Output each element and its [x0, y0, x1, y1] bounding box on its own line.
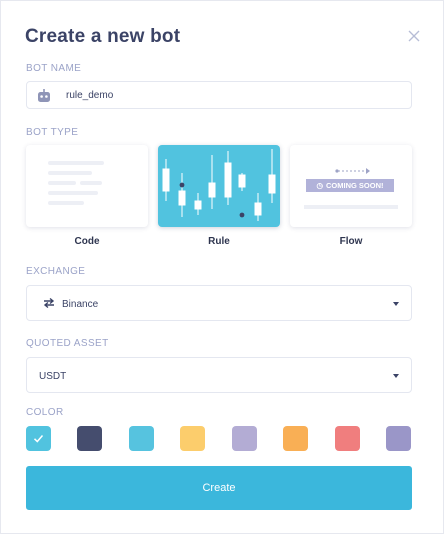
- bot-type-code-label: Code: [74, 236, 100, 247]
- code-line: [48, 191, 98, 195]
- color-label: COLOR: [26, 407, 64, 418]
- bot-name-label: BOT NAME: [26, 63, 82, 74]
- bot-name-value: rule_demo: [66, 90, 114, 101]
- color-swatch[interactable]: [77, 426, 102, 451]
- code-line: [48, 171, 92, 175]
- clock-icon: ◷: [316, 181, 324, 190]
- close-icon[interactable]: [405, 27, 423, 45]
- chevron-down-icon: [393, 302, 399, 306]
- bot-type-flow-label: Flow: [339, 236, 363, 247]
- swap-icon: [43, 297, 55, 309]
- color-swatch[interactable]: [232, 426, 257, 451]
- quoted-asset-select[interactable]: USDT: [26, 357, 412, 393]
- dialog-title: Create a new bot: [25, 26, 181, 47]
- chevron-down-icon: [393, 374, 399, 378]
- bot-type-rule-card[interactable]: [158, 145, 280, 227]
- color-swatch[interactable]: [26, 426, 51, 451]
- coming-soon-text: COMING SOON!: [326, 181, 384, 190]
- create-button[interactable]: Create: [26, 466, 412, 510]
- code-line: [80, 181, 102, 185]
- bot-type-code-card[interactable]: [26, 145, 148, 227]
- bot-type-flow-card[interactable]: ◷ COMING SOON!: [290, 145, 412, 227]
- coming-soon-badge: ◷ COMING SOON!: [306, 179, 394, 192]
- code-line: [48, 181, 76, 185]
- bot-type-selector: Code Rule ◷ COMING SOON! Flow: [26, 145, 412, 247]
- color-swatch[interactable]: [386, 426, 411, 451]
- color-swatch[interactable]: [180, 426, 205, 451]
- quoted-asset-value: USDT: [39, 371, 67, 382]
- code-line: [48, 161, 104, 165]
- bot-type-rule-label: Rule: [208, 236, 230, 247]
- color-swatch[interactable]: [129, 426, 154, 451]
- robot-icon: [38, 89, 50, 102]
- candlestick-illustration: [162, 149, 276, 221]
- color-swatch[interactable]: [283, 426, 308, 451]
- color-swatches: [26, 426, 412, 452]
- check-icon: [33, 435, 44, 443]
- exchange-select[interactable]: Binance: [26, 285, 412, 321]
- quoted-asset-label: QUOTED ASSET: [26, 338, 109, 349]
- bot-type-label: BOT TYPE: [26, 127, 79, 138]
- exchange-value: Binance: [62, 299, 99, 310]
- code-line: [48, 201, 84, 205]
- color-swatch[interactable]: [335, 426, 360, 451]
- exchange-label: EXCHANGE: [26, 266, 86, 277]
- create-bot-dialog: Create a new bot BOT NAME rule_demo BOT …: [0, 0, 444, 534]
- bot-name-field[interactable]: rule_demo: [26, 81, 412, 109]
